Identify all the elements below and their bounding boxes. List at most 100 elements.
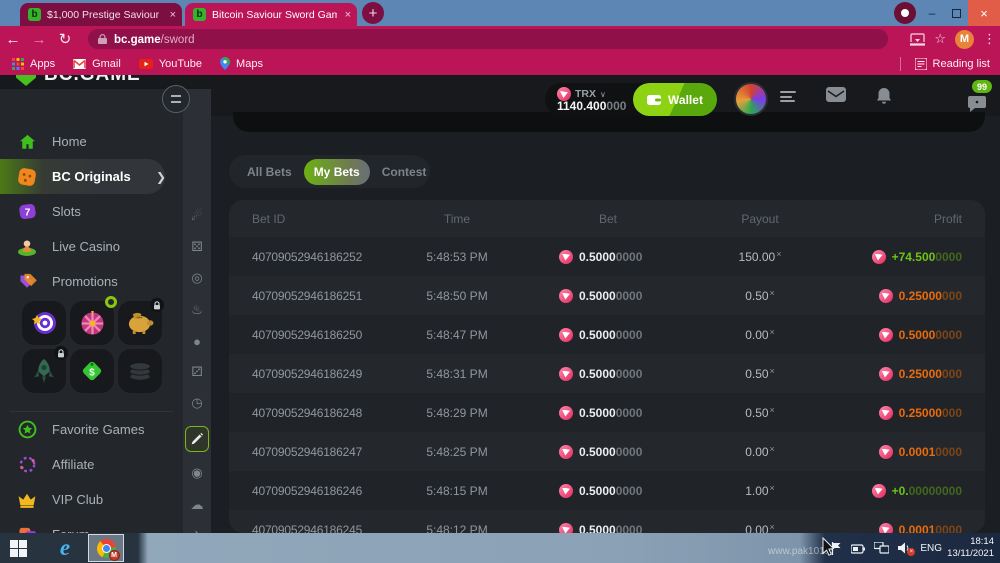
game-strip-sword-icon[interactable] bbox=[185, 426, 209, 452]
browser-profile-avatar[interactable]: M bbox=[955, 30, 974, 49]
bookmark-gmail[interactable]: Gmail bbox=[73, 57, 121, 70]
live-casino-dealer-icon bbox=[16, 236, 38, 258]
balance-box[interactable]: TRX ∨ 1140.400000 Wallet bbox=[545, 83, 717, 116]
tab-close-icon[interactable]: × bbox=[170, 9, 176, 21]
game-strip-splash-icon[interactable]: ♨ bbox=[183, 298, 211, 322]
battery-icon[interactable] bbox=[851, 543, 865, 554]
sidebar-item-forum[interactable]: Forum bbox=[0, 517, 183, 533]
sidebar-toggle-button[interactable] bbox=[162, 85, 190, 113]
bc-game-logo-text: BC.GAME bbox=[44, 75, 141, 86]
game-strip-coin-pile-icon[interactable]: ◎ bbox=[183, 266, 211, 290]
reading-list-button[interactable]: Reading list bbox=[900, 57, 990, 71]
payout-cell: 0.50× bbox=[694, 354, 826, 393]
game-tile-piggy-bank[interactable] bbox=[118, 301, 162, 345]
reload-button[interactable]: ↻ bbox=[52, 30, 78, 48]
game-strip-timer-icon[interactable]: ◷ bbox=[183, 391, 211, 415]
bookmark-maps[interactable]: Maps bbox=[220, 57, 263, 70]
windows-taskbar: e M ENG 18:14 13/11/2021 bbox=[0, 533, 1000, 563]
bookmark-youtube[interactable]: YouTube bbox=[139, 57, 202, 70]
trx-coin-icon bbox=[559, 367, 573, 381]
game-tile-coin-stack[interactable] bbox=[118, 349, 162, 393]
new-tab-button[interactable]: + bbox=[362, 2, 384, 24]
game-strip: ☄ ⚄ ◎ ♨ ● ⚂ ◷ ◉ ☁ ✈ bbox=[183, 89, 211, 533]
table-row[interactable]: 40709052946186250 5:48:47 PM 0.50000000 … bbox=[229, 315, 985, 354]
table-row[interactable]: 40709052946186249 5:48:31 PM 0.50000000 … bbox=[229, 354, 985, 393]
game-strip-wrecking-ball-icon[interactable]: ● bbox=[183, 329, 211, 353]
wallet-button[interactable]: Wallet bbox=[633, 83, 717, 116]
address-bar[interactable]: bc.game/sword bbox=[88, 29, 888, 49]
payout-cell: 1.00× bbox=[694, 471, 826, 510]
sidebar-item-promotions[interactable]: Promotions bbox=[0, 264, 183, 299]
game-tile-spiral-target[interactable] bbox=[22, 301, 66, 345]
record-indicator-icon[interactable] bbox=[894, 2, 916, 24]
window-close-button[interactable]: × bbox=[968, 0, 1000, 26]
bet-tab-contest[interactable]: Contest bbox=[372, 159, 437, 185]
balance-amount: 1140.400000 bbox=[557, 99, 626, 113]
bookmark-apps[interactable]: Apps bbox=[12, 57, 55, 70]
game-tile-lucky-wheel[interactable] bbox=[70, 301, 114, 345]
taskbar-clock[interactable]: 18:14 13/11/2021 bbox=[947, 536, 994, 560]
time-cell: 5:48:47 PM bbox=[389, 315, 525, 354]
chrome-menu-icon[interactable]: ⋮ bbox=[983, 31, 996, 47]
browser-tab-2[interactable]: b Bitcoin Saviour Sword Game - Pl × bbox=[185, 3, 357, 26]
sidebar-item-affiliate[interactable]: Affiliate bbox=[0, 447, 183, 482]
chat-icon[interactable] bbox=[968, 96, 986, 112]
volume-muted-icon[interactable] bbox=[898, 542, 911, 554]
trx-coin-icon bbox=[879, 445, 893, 459]
sidebar-item-label: Slots bbox=[52, 204, 81, 219]
chrome-taskbar-button[interactable]: M bbox=[88, 534, 124, 562]
window-restore-button[interactable] bbox=[944, 0, 968, 26]
tab-close-icon[interactable]: × bbox=[345, 9, 351, 21]
game-strip-classic-dice-icon[interactable]: ⚄ bbox=[183, 235, 211, 259]
back-button[interactable]: ← bbox=[0, 31, 26, 48]
game-strip-rocket-small-icon[interactable]: ✈ bbox=[183, 524, 211, 533]
bookmark-star-icon[interactable]: ☆ bbox=[934, 31, 946, 47]
bet-cell: 0.50000000 bbox=[559, 237, 642, 276]
table-row[interactable]: 40709052946186245 5:48:12 PM 0.50000000 … bbox=[229, 510, 985, 533]
tab-title: Bitcoin Saviour Sword Game - Pl bbox=[212, 9, 337, 21]
start-button[interactable] bbox=[10, 540, 27, 557]
mail-icon[interactable] bbox=[826, 87, 846, 102]
game-tile-rocket[interactable] bbox=[22, 349, 66, 393]
bell-icon[interactable] bbox=[876, 87, 892, 105]
table-row[interactable]: 40709052946186251 5:48:50 PM 0.50000000 … bbox=[229, 276, 985, 315]
sidebar-item-favorite-games[interactable]: Favorite Games bbox=[0, 412, 183, 447]
language-indicator[interactable]: ENG bbox=[920, 543, 942, 554]
bc-originals-dice-icon bbox=[16, 166, 38, 188]
sidebar-item-live-casino[interactable]: Live Casino bbox=[0, 229, 183, 264]
bet-tab-my-bets[interactable]: My Bets bbox=[304, 159, 370, 185]
trx-coin-icon bbox=[559, 523, 573, 534]
internet-explorer-icon[interactable]: e bbox=[52, 535, 78, 561]
lucky-wheel-icon bbox=[79, 310, 106, 337]
time-cell: 5:48:53 PM bbox=[389, 237, 525, 276]
game-strip-cloud-icon[interactable]: ☁ bbox=[183, 493, 211, 517]
game-strip-disc-icon[interactable]: ◉ bbox=[183, 461, 211, 485]
profit-cell: 0.00010000 bbox=[879, 432, 962, 471]
sidebar-item-bc-originals[interactable]: BC Originals ❯ bbox=[0, 159, 165, 194]
game-tile-dollar-tag[interactable]: $ bbox=[70, 349, 114, 393]
network-icon[interactable] bbox=[874, 542, 889, 554]
time-cell: 5:48:31 PM bbox=[389, 354, 525, 393]
bet-tab-all-bets[interactable]: All Bets bbox=[237, 159, 302, 185]
time-cell: 5:48:29 PM bbox=[389, 393, 525, 432]
browser-tab-1[interactable]: b $1,000 Prestige Saviour Sword C × bbox=[20, 3, 182, 26]
game-strip-dice-cube-icon[interactable]: ⚂ bbox=[183, 360, 211, 384]
sidebar-item-home[interactable]: Home bbox=[0, 124, 183, 159]
user-avatar[interactable] bbox=[734, 82, 768, 116]
bc-game-logo[interactable]: BC.GAME bbox=[16, 75, 141, 86]
bet-id-cell: 40709052946186252 bbox=[252, 237, 362, 276]
profile-menu-icon[interactable] bbox=[780, 91, 796, 103]
game-strip-comet-icon[interactable]: ☄ bbox=[183, 204, 211, 228]
table-row[interactable]: 40709052946186246 5:48:15 PM 0.50000000 … bbox=[229, 471, 985, 510]
send-to-device-icon[interactable] bbox=[910, 33, 925, 46]
table-row[interactable]: 40709052946186248 5:48:29 PM 0.50000000 … bbox=[229, 393, 985, 432]
sidebar-item-vip-club[interactable]: VIP Club bbox=[0, 482, 183, 517]
mouse-cursor bbox=[822, 537, 836, 557]
trx-coin-icon bbox=[559, 445, 573, 459]
window-minimize-button[interactable]: – bbox=[920, 0, 944, 26]
table-row[interactable]: 40709052946186252 5:48:53 PM 0.50000000 … bbox=[229, 237, 985, 276]
sidebar-item-slots[interactable]: 7 Slots bbox=[0, 194, 183, 229]
table-row[interactable]: 40709052946186247 5:48:25 PM 0.50000000 … bbox=[229, 432, 985, 471]
forward-button[interactable]: → bbox=[26, 31, 52, 48]
bet-cell: 0.50000000 bbox=[559, 471, 642, 510]
